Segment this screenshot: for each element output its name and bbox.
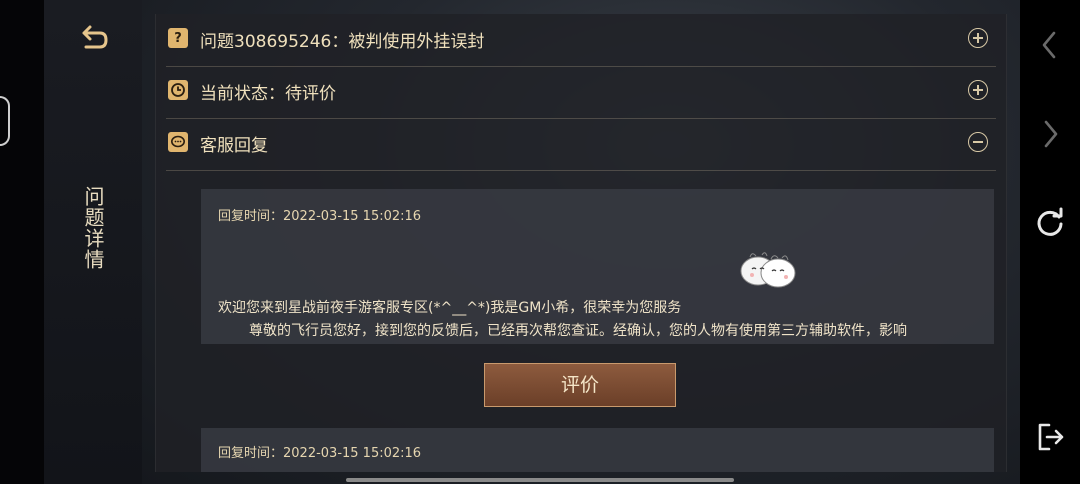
chat-bubble-icon [168,132,188,152]
status-label: 当前状态：待评价 [200,84,336,104]
chevron-right-icon[interactable] [1034,118,1066,150]
left-bezel [0,0,44,484]
system-side-bar [1020,0,1080,484]
chevron-left-icon[interactable] [1034,29,1066,61]
clock-icon [168,80,188,100]
refresh-icon[interactable] [1034,207,1066,239]
left-nav-panel: 问题详情 [44,0,143,484]
cute-blob-emoji-icon [738,243,802,291]
expand-plus-icon[interactable] [968,28,988,48]
page-title: 问题详情 [81,186,105,270]
back-arrow-icon[interactable] [78,22,110,54]
expand-plus-icon[interactable] [968,80,988,100]
reply-greeting: 欢迎您来到星战前夜手游客服专区(*^__^*)我是GM小希，很荣幸为您服务 [218,300,682,316]
support-label: 客服回复 [200,136,268,156]
support-row[interactable]: 客服回复 [166,118,996,171]
rate-button[interactable]: 评价 [484,363,676,407]
status-row[interactable]: 当前状态：待评价 [166,66,996,119]
bezel-notch [0,96,10,146]
issue-detail-panel: ? 问题308695246：被判使用外挂误封 当前状态：待评价 客服回复 回复时… [155,14,1007,472]
reply-card: 回复时间：2022-03-15 15:02:16 欢迎您来到星战前夜手游客服专区… [201,189,994,344]
reply-time: 回复时间：2022-03-15 15:02:16 [218,446,422,461]
exit-icon[interactable] [1034,421,1066,453]
issue-title: 问题308695246：被判使用外挂误封 [200,32,485,52]
reply-body: 尊敬的飞行员您好，接到您的反馈后，已经再次帮您查证。经确认，您的人物有使用第三方… [249,323,907,339]
issue-row[interactable]: ? 问题308695246：被判使用外挂误封 [166,14,996,67]
home-indicator[interactable] [346,478,734,482]
collapse-minus-icon[interactable] [968,132,988,152]
reply-card: 回复时间：2022-03-15 15:02:16 [201,428,994,472]
question-icon: ? [168,28,188,48]
reply-time: 回复时间：2022-03-15 15:02:16 [218,209,422,224]
